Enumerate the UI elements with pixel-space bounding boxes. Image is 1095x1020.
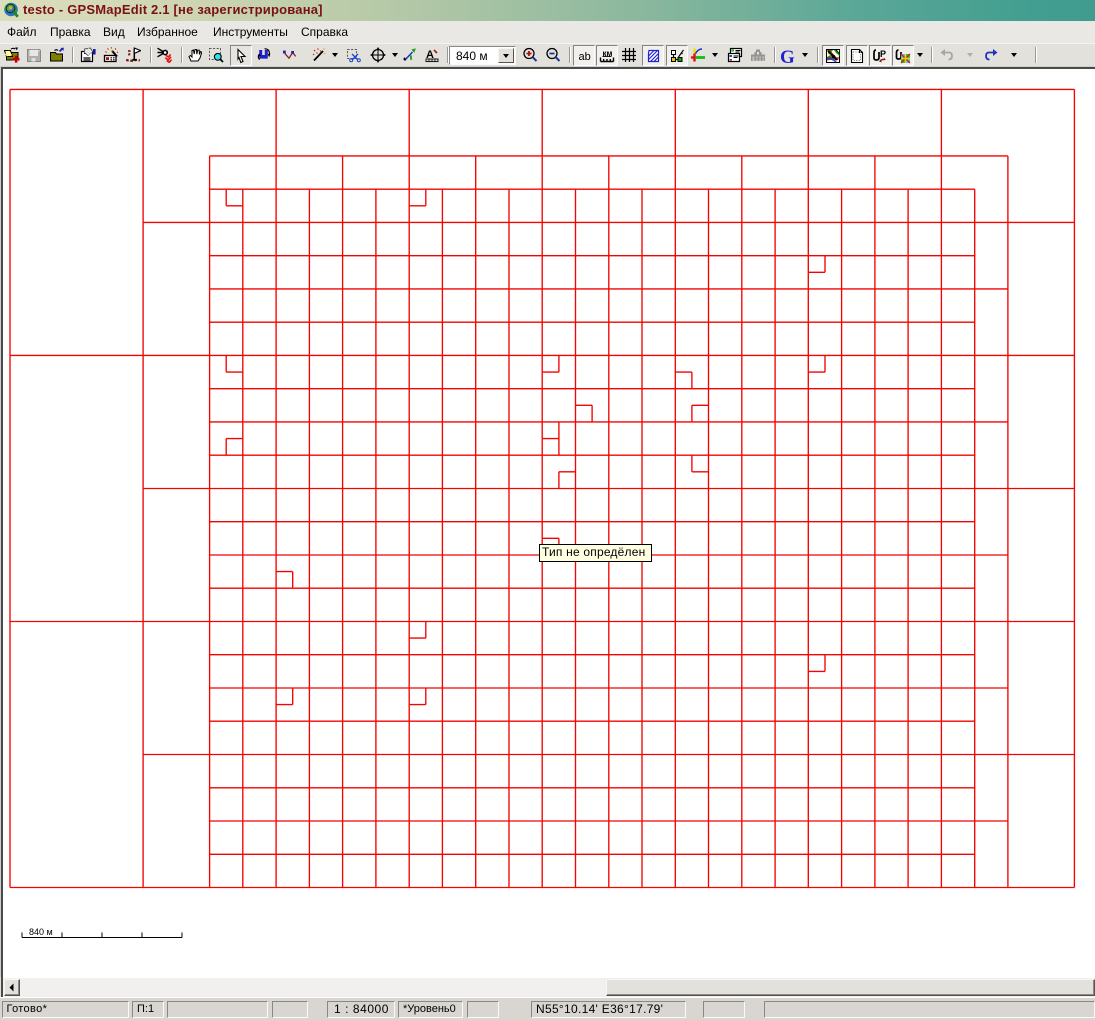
svg-text:G: G [780, 47, 795, 63]
svg-text:P: P [880, 49, 886, 59]
svg-text:840 м: 840 м [29, 927, 53, 937]
svg-text:ab: ab [579, 51, 591, 63]
